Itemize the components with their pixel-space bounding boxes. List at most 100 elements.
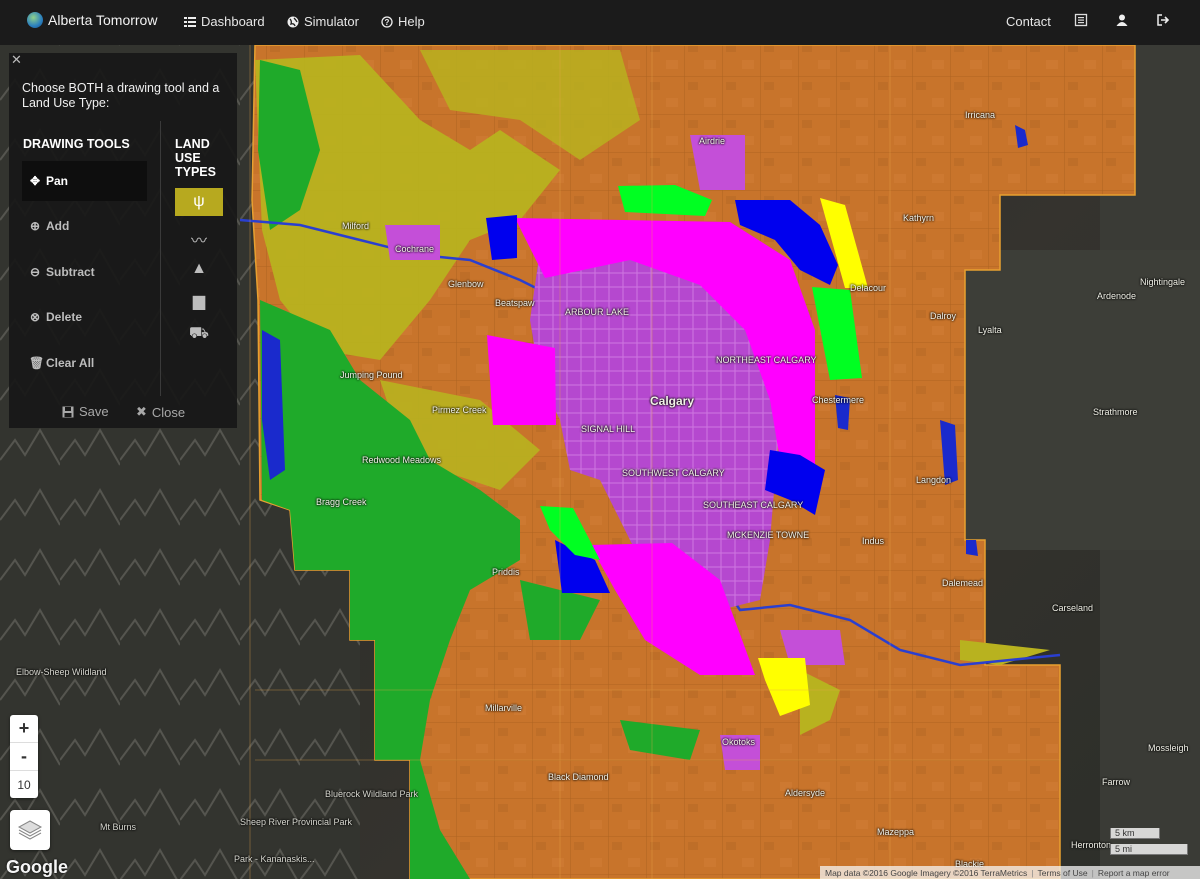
grassland-icon: ψ xyxy=(193,193,205,210)
svg-text:?: ? xyxy=(385,18,390,27)
park-label: Sheep River Provincial Park xyxy=(240,817,353,827)
delete-circle-icon: ⊗ xyxy=(29,310,41,324)
place-label: Black Diamond xyxy=(548,772,609,782)
zoom-out-button[interactable]: - xyxy=(10,743,38,771)
top-navbar: Alberta Tomorrow Dashboard Simulator ? H… xyxy=(0,0,1200,45)
move-icon: ✥ xyxy=(29,174,41,188)
zoom-level: 10 xyxy=(17,777,31,792)
panel-divider xyxy=(160,121,161,396)
tool-label: Delete xyxy=(46,310,83,324)
save-label: Save xyxy=(79,404,109,419)
nav-dashboard[interactable]: Dashboard xyxy=(184,14,265,29)
place-label: Jumping Pound xyxy=(340,370,403,380)
land-use-grassland[interactable]: ψ xyxy=(175,188,223,216)
plus-circle-icon: ⊕ xyxy=(29,219,41,233)
district-label: SOUTHWEST CALGARY xyxy=(622,468,725,478)
nav-simulator-label: Simulator xyxy=(304,14,359,29)
layers-button[interactable] xyxy=(10,810,50,850)
district-label: SOUTHEAST CALGARY xyxy=(703,500,804,510)
place-label: Dalroy xyxy=(930,311,957,321)
app-title: Alberta Tomorrow xyxy=(48,12,158,28)
attribution-data: Map data ©2016 Google Imagery ©2016 Terr… xyxy=(825,867,1028,878)
city-label: Calgary xyxy=(650,394,695,408)
report-error-link[interactable]: Report a map error xyxy=(1098,868,1170,878)
tool-subtract[interactable]: ⊖ Subtract xyxy=(22,252,147,292)
land-use-agriculture[interactable]: ⛟ xyxy=(175,320,223,348)
nav-help-label: Help xyxy=(398,14,425,29)
trash-icon: 🗑 xyxy=(29,356,45,370)
district-label: MCKENZIE TOWNE xyxy=(727,530,810,540)
park-label: Bluerock Wildland Park xyxy=(325,789,419,799)
tool-label: Subtract xyxy=(46,265,95,279)
plains-terrain-east xyxy=(960,250,1200,550)
tool-add[interactable]: ⊕ Add xyxy=(22,206,147,246)
close-icon: ✖ xyxy=(136,404,147,419)
land-use-settlement[interactable]: ▆ xyxy=(175,287,223,315)
place-label: Mazeppa xyxy=(877,827,915,837)
minus-circle-icon: ⊖ xyxy=(29,265,41,279)
place-label: Delacour xyxy=(850,283,887,293)
land-use-forest[interactable]: ▲ xyxy=(175,255,223,283)
place-label: Millarville xyxy=(485,703,523,713)
drawing-tools-header: DRAWING TOOLS xyxy=(23,137,130,151)
place-label: Herronton xyxy=(1071,840,1112,850)
drawing-panel: ✕ Choose BOTH a drawing tool and a Land … xyxy=(9,52,237,428)
question-circle-icon: ? xyxy=(381,15,393,28)
logout-icon[interactable] xyxy=(1156,13,1170,27)
park-label: Elbow-Sheep Wildland xyxy=(16,667,107,677)
list-icon xyxy=(184,16,196,27)
place-label: Farrow xyxy=(1102,777,1131,787)
nav-dashboard-label: Dashboard xyxy=(201,14,265,29)
panel-instruction: Choose BOTH a drawing tool and a Land Us… xyxy=(22,81,220,110)
close-icon[interactable]: ✕ xyxy=(11,52,22,68)
layers-icon xyxy=(17,820,43,840)
place-label: Strathmore xyxy=(1093,407,1138,417)
cochrane-settlement xyxy=(385,225,440,260)
water-icon: 〰 xyxy=(190,233,207,250)
drawn-settlement-block[interactable] xyxy=(487,335,556,425)
district-label: SIGNAL HILL xyxy=(581,424,636,434)
save-button[interactable]: Save xyxy=(62,404,109,419)
place-label: Aldersyde xyxy=(785,788,826,798)
settlement-icon: ▆ xyxy=(192,293,206,310)
brand-link[interactable]: Alberta Tomorrow xyxy=(27,12,157,28)
tool-label: Add xyxy=(46,219,70,233)
water-body xyxy=(966,540,978,556)
nav-contact-label: Contact xyxy=(1006,14,1051,29)
nav-simulator[interactable]: Simulator xyxy=(287,14,359,29)
zoom-control: + - 10 xyxy=(10,715,38,798)
place-label: Ardenode xyxy=(1097,291,1137,301)
place-label: Pirmez Creek xyxy=(432,405,487,415)
park-label: Park - Kananaskis... xyxy=(234,854,315,864)
place-label: Dalemead xyxy=(942,578,984,588)
tool-pan[interactable]: ✥ Pan xyxy=(22,161,147,201)
user-icon[interactable] xyxy=(1115,13,1129,27)
place-label: Indus xyxy=(862,536,885,546)
scale-mi: 5 mi xyxy=(1110,844,1188,855)
place-label: Okotoks xyxy=(722,737,756,747)
close-button[interactable]: ✖ Close xyxy=(136,404,185,420)
map-attribution: Map data ©2016 Google Imagery ©2016 Terr… xyxy=(820,866,1200,879)
place-label: Kathyrn xyxy=(903,213,935,223)
terms-link[interactable]: Terms of Use xyxy=(1038,868,1088,878)
place-label: Chestermere xyxy=(812,395,865,405)
tool-clear-all[interactable]: 🗑 Clear All xyxy=(22,343,147,383)
document-icon[interactable] xyxy=(1074,13,1088,27)
globe-icon xyxy=(287,16,299,27)
tool-delete[interactable]: ⊗ Delete xyxy=(22,297,147,337)
place-label: ARBOUR LAKE xyxy=(565,307,630,317)
nav-help[interactable]: ? Help xyxy=(381,14,425,29)
forest-icon: ▲ xyxy=(191,260,207,277)
zoom-in-button[interactable]: + xyxy=(10,715,38,743)
nav-contact[interactable]: Contact xyxy=(1006,14,1051,29)
place-label: Airdrie xyxy=(699,136,726,146)
place-label: Glenbow xyxy=(448,279,484,289)
place-label: Milford xyxy=(342,221,370,231)
place-label: Beatspaw xyxy=(495,298,535,308)
land-use-types-header: LAND USE TYPES xyxy=(175,137,216,179)
place-label: Cochrane xyxy=(395,244,435,254)
district-label: NORTHEAST CALGARY xyxy=(716,355,817,365)
land-use-water[interactable]: 〰 xyxy=(175,225,223,253)
place-label: Bragg Creek xyxy=(316,497,367,507)
tool-label: Pan xyxy=(46,174,69,188)
